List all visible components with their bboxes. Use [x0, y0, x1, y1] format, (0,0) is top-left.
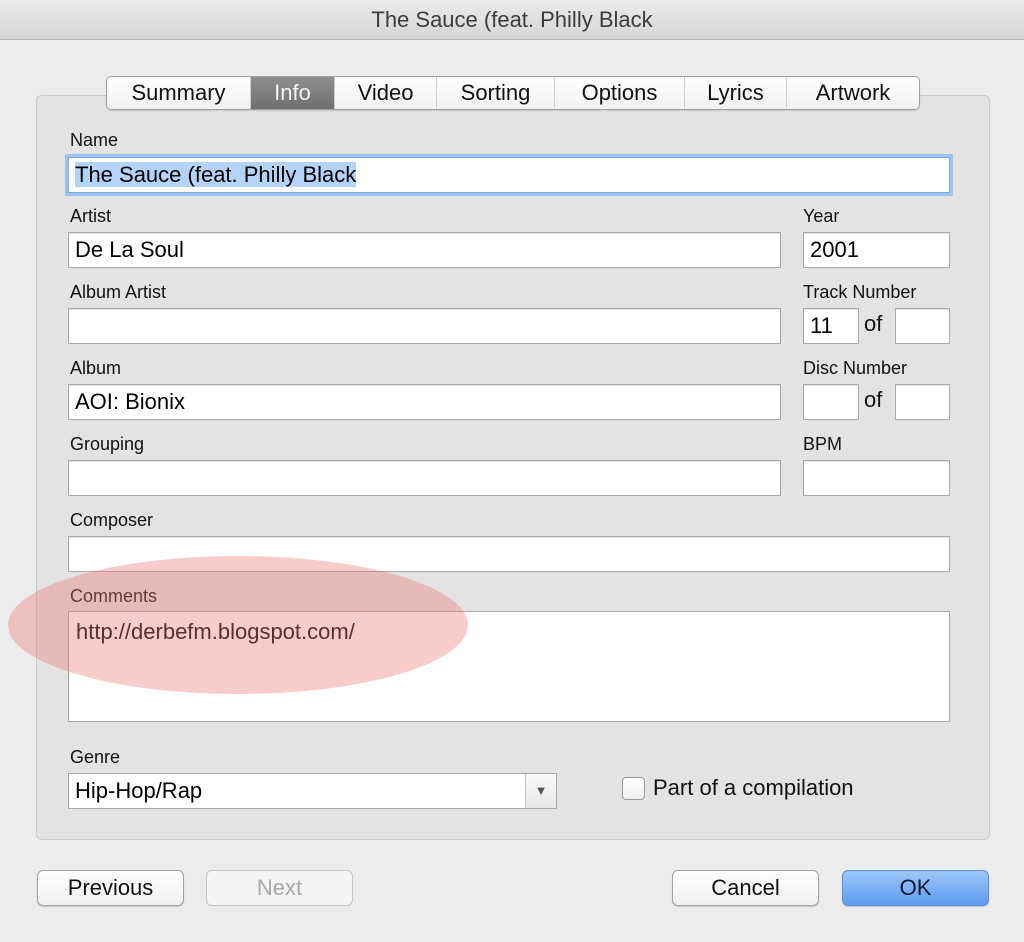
track-total-field[interactable]: [895, 308, 950, 344]
bpm-field[interactable]: [803, 460, 950, 496]
comments-label: Comments: [70, 586, 158, 606]
bpm-label: BPM: [803, 434, 843, 454]
name-label: Name: [70, 130, 119, 150]
comments-textarea[interactable]: http://derbefm.blogspot.com/: [68, 611, 950, 722]
disc-number-field[interactable]: [803, 384, 859, 420]
disc-total-field[interactable]: [895, 384, 950, 420]
tab-lyrics[interactable]: Lyrics: [685, 77, 787, 109]
tab-summary[interactable]: Summary: [107, 77, 251, 109]
window-title: The Sauce (feat. Philly Black: [0, 0, 1024, 40]
genre-value: Hip-Hop/Rap: [75, 778, 203, 803]
genre-label: Genre: [70, 747, 121, 767]
tab-bar: Summary Info Video Sorting Options Lyric…: [106, 76, 920, 110]
compilation-checkbox[interactable]: [622, 777, 645, 800]
disc-of-label: of: [864, 387, 883, 412]
tab-info[interactable]: Info: [251, 77, 335, 109]
composer-field[interactable]: [68, 536, 950, 572]
album-label: Album: [70, 358, 122, 378]
tab-sorting[interactable]: Sorting: [437, 77, 555, 109]
name-value: The Sauce (feat. Philly Black: [75, 162, 357, 187]
grouping-field[interactable]: [68, 460, 781, 496]
composer-label: Composer: [70, 510, 154, 530]
next-button[interactable]: Next: [206, 870, 353, 906]
tab-video[interactable]: Video: [335, 77, 437, 109]
compilation-label: Part of a compilation: [653, 775, 854, 800]
disc-number-label: Disc Number: [803, 358, 908, 378]
tab-artwork[interactable]: Artwork: [787, 77, 919, 109]
artist-field[interactable]: De La Soul: [68, 232, 781, 268]
name-field[interactable]: The Sauce (feat. Philly Black: [68, 157, 950, 193]
year-label: Year: [803, 206, 840, 226]
track-number-label: Track Number: [803, 282, 917, 302]
previous-button[interactable]: Previous: [37, 870, 184, 906]
ok-button[interactable]: OK: [842, 870, 989, 906]
tab-options[interactable]: Options: [555, 77, 685, 109]
track-number-field[interactable]: 11: [803, 308, 859, 344]
genre-select[interactable]: Hip-Hop/Rap ▼: [68, 773, 557, 809]
album-artist-field[interactable]: [68, 308, 781, 344]
cancel-button[interactable]: Cancel: [672, 870, 819, 906]
album-artist-label: Album Artist: [70, 282, 167, 302]
artist-label: Artist: [70, 206, 112, 226]
grouping-label: Grouping: [70, 434, 145, 454]
year-field[interactable]: 2001: [803, 232, 950, 268]
album-field[interactable]: AOI: Bionix: [68, 384, 781, 420]
chevron-down-icon[interactable]: ▼: [525, 774, 556, 808]
track-of-label: of: [864, 311, 883, 336]
